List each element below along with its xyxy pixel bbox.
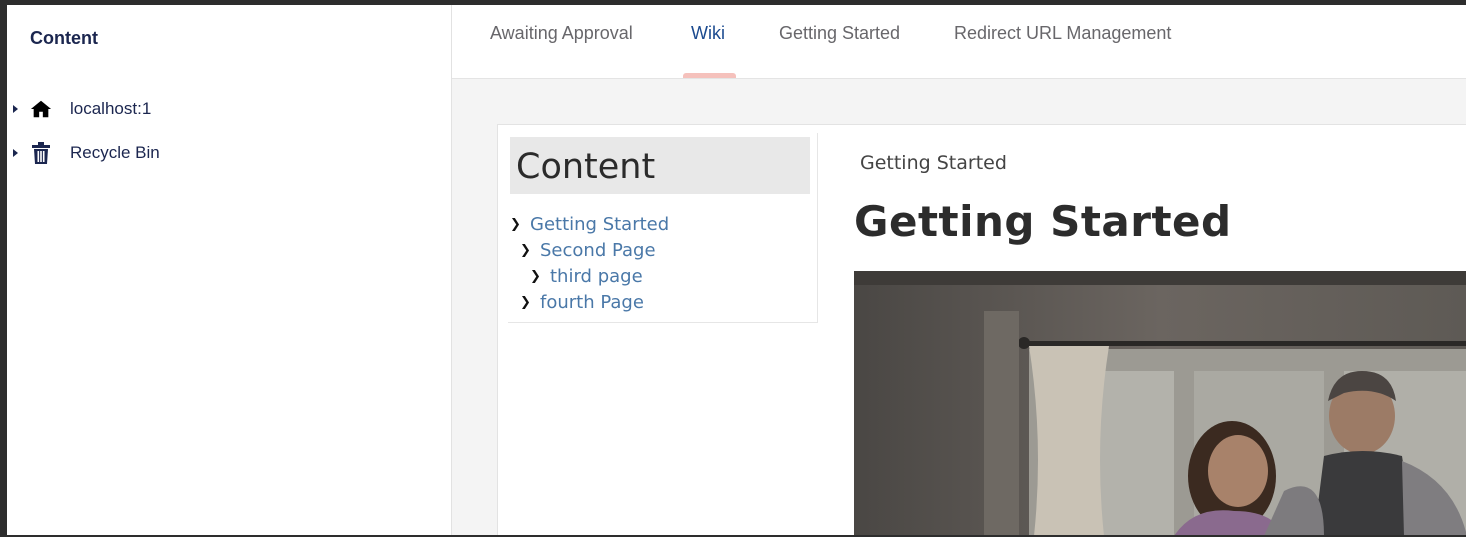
tab-getting-started[interactable]: Getting Started <box>779 23 900 44</box>
app-frame: Content localhost:1 Recycle Bin Awaiting… <box>7 5 1466 535</box>
active-tab-indicator <box>683 73 736 78</box>
chevron-right-icon: ❯ <box>520 242 531 258</box>
chevron-right-icon: ❯ <box>520 294 531 310</box>
toc-title: Content <box>516 147 656 187</box>
page-title: Getting Started <box>854 197 1232 246</box>
tree-item-recycle-bin[interactable]: Recycle Bin <box>7 139 447 167</box>
caret-right-icon[interactable] <box>13 149 18 157</box>
tab-redirect-url-management[interactable]: Redirect URL Management <box>954 23 1171 44</box>
toc-link[interactable]: Getting Started <box>530 214 669 235</box>
toc-link[interactable]: third page <box>550 266 643 287</box>
tab-wiki[interactable]: Wiki <box>691 23 725 44</box>
chevron-right-icon: ❯ <box>510 216 521 232</box>
tab-awaiting-approval[interactable]: Awaiting Approval <box>490 23 633 44</box>
toc-item-second-page[interactable]: ❯ Second Page <box>520 239 656 261</box>
wiki-toc: Content ❯ Getting Started ❯ Second Page … <box>508 133 818 323</box>
tree-item-label: localhost:1 <box>70 99 152 118</box>
breadcrumb[interactable]: Getting Started <box>860 152 1007 174</box>
tabs-bar: Awaiting Approval Wiki Getting Started R… <box>452 5 1466 79</box>
tree-item-label: Recycle Bin <box>70 143 160 162</box>
toc-link[interactable]: Second Page <box>540 240 656 261</box>
trash-icon <box>29 141 53 165</box>
toc-link[interactable]: fourth Page <box>540 292 644 313</box>
tree-header: Content <box>30 28 98 48</box>
home-icon <box>29 97 53 121</box>
chevron-right-icon: ❯ <box>530 268 541 284</box>
toc-title-bar: Content <box>510 137 810 194</box>
caret-right-icon[interactable] <box>13 105 18 113</box>
wiki-content-card: Content ❯ Getting Started ❯ Second Page … <box>497 124 1466 535</box>
tree-item-localhost[interactable]: localhost:1 <box>7 95 447 123</box>
toc-item-fourth-page[interactable]: ❯ fourth Page <box>520 291 644 313</box>
toc-item-getting-started[interactable]: ❯ Getting Started <box>510 213 669 235</box>
content-tree-panel: Content localhost:1 Recycle Bin <box>7 5 452 535</box>
hero-image <box>854 271 1466 535</box>
toc-item-third-page[interactable]: ❯ third page <box>530 265 643 287</box>
